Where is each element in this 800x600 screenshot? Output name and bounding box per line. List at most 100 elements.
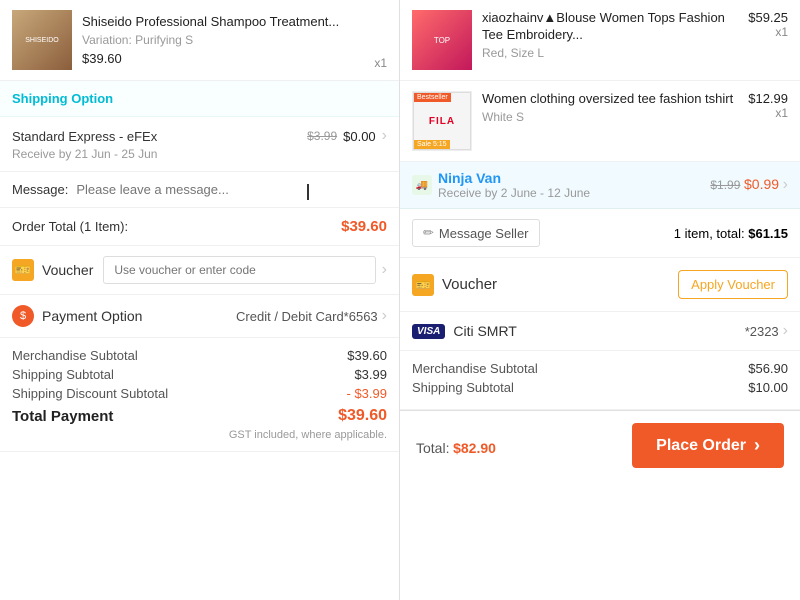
voucher-chevron-right-icon: › — [382, 261, 387, 279]
shipping-discount-row: Shipping Discount Subtotal - $3.99 — [12, 386, 387, 401]
message-input[interactable] — [76, 182, 387, 197]
shipping-option[interactable]: Standard Express - eFEx $3.99 $0.00 › Re… — [0, 117, 399, 172]
product-info-fila: Women clothing oversized tee fashion tsh… — [482, 91, 748, 124]
message-label: Message: — [12, 182, 68, 197]
right-voucher-row: 🎫 Voucher Apply Voucher — [400, 258, 800, 312]
payment-icon: $ — [12, 305, 34, 327]
right-panel: TOP xiaozhainv▲Blouse Women Tops Fashion… — [400, 0, 800, 600]
message-seller-button[interactable]: ✏ Message Seller — [412, 219, 540, 247]
order-total-value: $39.60 — [341, 218, 387, 235]
shipping-date: Receive by 21 Jun - 25 Jun — [12, 147, 387, 161]
gst-note: GST included, where applicable. — [12, 429, 387, 441]
product-qty: x1 — [374, 56, 387, 70]
bottom-bar: Total: $82.90 Place Order › — [400, 410, 800, 480]
citi-bank-name: Citi SMRT — [453, 323, 517, 339]
voucher-icon: 🎫 — [12, 259, 34, 281]
voucher-input[interactable] — [103, 256, 375, 284]
payment-label: Payment Option — [42, 308, 142, 324]
right-shipping-value: $10.00 — [748, 380, 788, 395]
citi-payment-row[interactable]: VISA Citi SMRT *2323 › — [400, 312, 800, 351]
place-order-arrow-icon: › — [754, 435, 760, 456]
shipping-name: Standard Express - eFEx — [12, 129, 157, 144]
product-name-blouse: xiaozhainv▲Blouse Women Tops Fashion Tee… — [482, 10, 748, 44]
total-amount: $82.90 — [453, 433, 496, 458]
product-name: Shiseido Professional Shampoo Treatment.… — [82, 14, 374, 31]
product-qty-fila: x1 — [748, 106, 788, 120]
product-thumbnail-blouse: TOP — [412, 10, 472, 70]
product-item-shiseido: SHISEIDO Shiseido Professional Shampoo T… — [0, 0, 399, 81]
ninja-van-chevron-right-icon: › — [783, 176, 788, 193]
ninja-van-date: Receive by 2 June - 12 June — [438, 186, 590, 200]
place-order-label: Place Order — [656, 437, 746, 455]
ninja-van-price-col: $1.99 $0.99 › — [710, 176, 788, 194]
product-price: $39.60 — [82, 51, 374, 66]
shipping-discount-label: Shipping Discount Subtotal — [12, 386, 168, 401]
citi-chevron-right-icon: › — [783, 322, 788, 340]
shipping-subtotal-value: $3.99 — [354, 367, 387, 382]
item-total-label: 1 item, total: — [674, 226, 745, 241]
right-voucher-icon: 🎫 — [412, 274, 434, 296]
product-info-blouse: xiaozhainv▲Blouse Women Tops Fashion Tee… — [482, 10, 748, 60]
product-info-shiseido: Shiseido Professional Shampoo Treatment.… — [82, 14, 374, 66]
shipping-chevron-right-icon: › — [382, 127, 387, 145]
product-price-fila: $12.99 — [748, 91, 788, 106]
item-total: 1 item, total: $61.15 — [674, 226, 788, 241]
message-seller-row: ✏ Message Seller 1 item, total: $61.15 — [400, 209, 800, 258]
product-thumbnail-fila: FILA Bestseller Sale 5:15 — [412, 91, 472, 151]
merchandise-value: $39.60 — [347, 348, 387, 363]
voucher-row[interactable]: 🎫 Voucher › — [0, 246, 399, 295]
total-currency-symbol: $ — [453, 440, 461, 456]
product-variation: Variation: Purifying S — [82, 33, 374, 47]
product-item-fila: FILA Bestseller Sale 5:15 Women clothing… — [400, 81, 800, 162]
visa-badge: VISA — [412, 324, 445, 339]
total-payment-row: Total Payment $39.60 — [12, 407, 387, 425]
shipping-section-label: Shipping Option — [12, 91, 113, 106]
ninja-van-name: Ninja Van — [438, 170, 590, 186]
product-price-col-fila: $12.99 x1 — [748, 91, 788, 120]
cursor-indicator — [307, 184, 317, 200]
ninja-van-original-price: $1.99 — [710, 178, 740, 192]
shipping-discount-value: - $3.99 — [347, 386, 387, 401]
merchandise-subtotal-row: Merchandise Subtotal $39.60 — [12, 348, 387, 363]
total-payment-value: $39.60 — [338, 407, 387, 425]
total-payment-label: Total Payment — [12, 408, 113, 425]
payment-value: Credit / Debit Card*6563 — [236, 309, 378, 324]
message-row: Message: — [0, 172, 399, 208]
citi-card-number: *2323 — [745, 324, 779, 339]
ninja-van-icon: 🚚 — [412, 175, 432, 195]
payment-option-row[interactable]: $ Payment Option Credit / Debit Card*656… — [0, 295, 399, 338]
pencil-icon: ✏ — [423, 225, 434, 241]
total-section: Total: $82.90 — [416, 433, 496, 459]
total-amount-value: 82.90 — [461, 440, 496, 456]
right-shipping-row: Shipping Subtotal $10.00 — [412, 380, 788, 395]
right-voucher-label: Voucher — [442, 276, 678, 293]
order-total-label: Order Total (1 Item): — [12, 219, 128, 234]
ninja-van-row[interactable]: 🚚 Ninja Van Receive by 2 June - 12 June … — [400, 162, 800, 209]
product-price-blouse: $59.25 — [748, 10, 788, 25]
right-merchandise-label: Merchandise Subtotal — [412, 361, 538, 376]
order-total-row: Order Total (1 Item): $39.60 — [0, 208, 399, 246]
product-price-col-blouse: $59.25 x1 — [748, 10, 788, 39]
right-merchandise-row: Merchandise Subtotal $56.90 — [412, 361, 788, 376]
apply-voucher-button[interactable]: Apply Voucher — [678, 270, 788, 299]
shipping-subtotal-label: Shipping Subtotal — [12, 367, 114, 382]
payment-chevron-right-icon: › — [382, 307, 387, 325]
shipping-section-header: Shipping Option — [0, 81, 399, 117]
merchandise-label: Merchandise Subtotal — [12, 348, 138, 363]
shipping-subtotal-row: Shipping Subtotal $3.99 — [12, 367, 387, 382]
item-total-value: $61.15 — [748, 226, 788, 241]
right-shipping-label: Shipping Subtotal — [412, 380, 514, 395]
right-summary-section: Merchandise Subtotal $56.90 Shipping Sub… — [400, 351, 800, 410]
place-order-button[interactable]: Place Order › — [632, 423, 784, 468]
total-label: Total: — [416, 440, 449, 456]
message-seller-label: Message Seller — [439, 226, 529, 241]
ninja-van-section: 🚚 Ninja Van Receive by 2 June - 12 June … — [400, 162, 800, 209]
right-merchandise-value: $56.90 — [748, 361, 788, 376]
product-name-fila: Women clothing oversized tee fashion tsh… — [482, 91, 748, 108]
product-thumbnail-shiseido: SHISEIDO — [12, 10, 72, 70]
shipping-final-price: $0.00 — [343, 129, 376, 144]
product-variant-fila: White S — [482, 110, 748, 124]
product-item-blouse: TOP xiaozhainv▲Blouse Women Tops Fashion… — [400, 0, 800, 81]
summary-section: Merchandise Subtotal $39.60 Shipping Sub… — [0, 338, 399, 452]
ninja-van-final-price: $0.99 — [744, 176, 779, 192]
